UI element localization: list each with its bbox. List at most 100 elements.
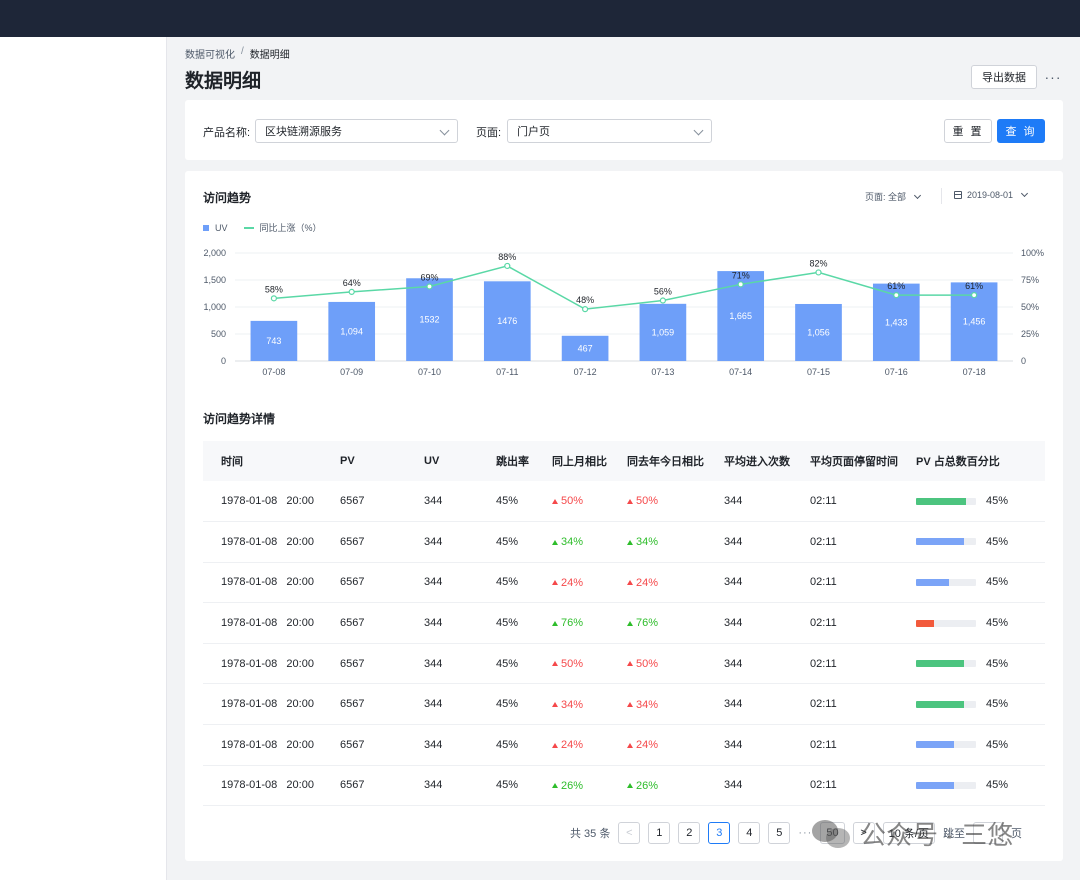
table-row: 1978-01-08 20:00 6567 344 45% 34% 34% 344 02:11… <box>203 521 1045 563</box>
chart-page-filter[interactable]: 页面: 全部 <box>865 190 922 203</box>
line-point <box>737 281 744 288</box>
line-point <box>659 297 666 304</box>
yoy-trend: 26% <box>627 780 658 792</box>
more-icon[interactable]: ··· <box>1042 65 1064 89</box>
line-data-label: 88% <box>498 252 516 262</box>
pv-percent-bar-fill <box>916 700 964 708</box>
reset-button[interactable]: 重 置 <box>944 119 992 143</box>
line-data-label: 82% <box>809 258 827 268</box>
pv-percent-value: 45% <box>986 657 1009 670</box>
arrow-up-icon <box>627 661 633 667</box>
x-tick-label: 07-09 <box>340 367 363 377</box>
line-point <box>893 292 900 299</box>
export-data-button[interactable]: 导出数据 <box>971 65 1037 89</box>
yoy-trend-value: 50% <box>636 495 659 508</box>
cell-avg-visits: 344 <box>724 521 810 563</box>
col-uv: UV <box>424 441 496 481</box>
trend-title: 访问趋势 <box>203 191 252 205</box>
main-content: 数据可视化 / 数据明细 数据明细 导出数据 ··· 产品名称: 区块链溯源服务… <box>168 37 1080 880</box>
cell-bounce: 45% <box>496 521 552 563</box>
prev-page-button[interactable]: < <box>618 822 641 844</box>
pv-percent-value: 45% <box>986 779 1009 792</box>
cell-yoy: 50% <box>627 481 724 523</box>
line-point <box>970 292 978 299</box>
arrow-up-icon <box>552 783 558 789</box>
pagination-ellipsis[interactable]: ··· <box>798 827 812 839</box>
line-data-label: 48% <box>576 295 594 305</box>
pv-percent-bar <box>916 660 976 668</box>
cell-uv: 344 <box>424 521 496 563</box>
col-avg-stay: 平均页面停留时间 <box>810 441 916 481</box>
yoy-trend: 76% <box>627 617 658 629</box>
cell-avg-visits: 344 <box>724 683 810 726</box>
cell-time: 1978-01-08 20:00 <box>203 643 340 685</box>
cell-yoy: 24% <box>627 724 724 766</box>
line-data-label: 69% <box>420 272 438 282</box>
legend-label-rate[interactable]: 同比上涨（%） <box>260 221 322 234</box>
cell-pv: 6567 <box>340 521 424 563</box>
cell-pv-percent: 45% <box>916 521 1045 563</box>
product-name-select[interactable]: 区块链溯源服务 <box>255 119 458 143</box>
cell-time: 1978-01-08 20:00 <box>203 724 340 766</box>
yoy-trend-value: 24% <box>636 576 659 589</box>
query-button[interactable]: 查 询 <box>997 119 1045 143</box>
cell-yoy: 24% <box>627 562 724 604</box>
arrow-up-icon <box>552 620 558 626</box>
yoy-trend: 34% <box>627 536 658 548</box>
cell-mom: 24% <box>552 724 627 766</box>
bar-data-label: 1,665 <box>729 311 752 321</box>
page-select[interactable]: 门户页 <box>507 119 712 143</box>
y-right-tick-label: 0 <box>1021 356 1026 366</box>
cell-avg-stay: 02:11 <box>810 724 916 766</box>
arrow-up-icon <box>627 620 633 626</box>
col-time: 时间 <box>203 441 340 481</box>
cell-uv: 344 <box>424 683 496 726</box>
line-point <box>270 295 278 302</box>
cell-bounce: 45% <box>496 481 552 523</box>
page-button-3[interactable]: 3 <box>708 822 731 844</box>
cell-avg-visits: 344 <box>724 481 810 523</box>
line-point <box>582 306 589 313</box>
col-pv: PV <box>340 441 424 481</box>
x-tick-label: 07-14 <box>729 367 752 377</box>
legend-label-uv[interactable]: UV <box>215 223 228 233</box>
bar-data-label: 1532 <box>419 315 439 325</box>
yoy-trend: 24% <box>627 577 658 589</box>
page-button-1[interactable]: 1 <box>648 822 671 844</box>
mom-trend-value: 26% <box>561 779 584 792</box>
cell-pv-percent: 45% <box>916 562 1045 604</box>
x-tick-label: 07-11 <box>496 367 518 377</box>
filter-card: 产品名称: 区块链溯源服务 页面: 门户页 重 置 查 询 <box>185 100 1063 160</box>
table-row: 1978-01-08 20:00 6567 344 45% 26% 26% 344 02:11… <box>203 765 1045 807</box>
cell-uv: 344 <box>424 562 496 604</box>
cell-avg-stay: 02:11 <box>810 481 916 523</box>
mom-trend: 50% <box>552 658 583 670</box>
table-header-row: 时间 PV UV 跳出率 同上月相比 同去年今日相比 平均进入次数 平均页面停留… <box>203 441 1045 481</box>
arrow-up-icon <box>627 702 633 708</box>
pagination-total: 共 35 条 <box>570 828 611 840</box>
arrow-up-icon <box>627 539 633 545</box>
chart-date-value: 2019-08-01 <box>967 190 1014 200</box>
mom-trend-value: 34% <box>561 698 584 711</box>
cell-yoy: 34% <box>627 521 724 563</box>
bar-data-label: 1,059 <box>652 327 675 337</box>
bar-data-label: 743 <box>266 336 281 346</box>
cell-pv: 6567 <box>340 765 424 807</box>
breadcrumb-parent[interactable]: 数据可视化 <box>185 46 235 61</box>
bar-data-label: 1,094 <box>340 326 363 336</box>
chart-date-filter[interactable]: 2019-08-01 <box>954 189 1029 200</box>
page-title: 数据明细 <box>185 71 262 92</box>
cell-time: 1978-01-08 20:00 <box>203 521 340 563</box>
cell-pv: 6567 <box>340 683 424 726</box>
y-left-tick-label: 500 <box>211 329 226 339</box>
arrow-up-icon <box>552 498 558 504</box>
cell-avg-visits: 344 <box>724 765 810 807</box>
page-button-5[interactable]: 5 <box>768 822 791 844</box>
mom-trend: 26% <box>552 780 583 792</box>
pv-percent-bar-fill <box>916 579 949 587</box>
page-button-4[interactable]: 4 <box>738 822 761 844</box>
mom-trend: 50% <box>552 495 583 507</box>
y-right-tick-label: 100% <box>1021 248 1044 258</box>
page-button-2[interactable]: 2 <box>678 822 701 844</box>
pv-percent-bar <box>916 700 976 708</box>
